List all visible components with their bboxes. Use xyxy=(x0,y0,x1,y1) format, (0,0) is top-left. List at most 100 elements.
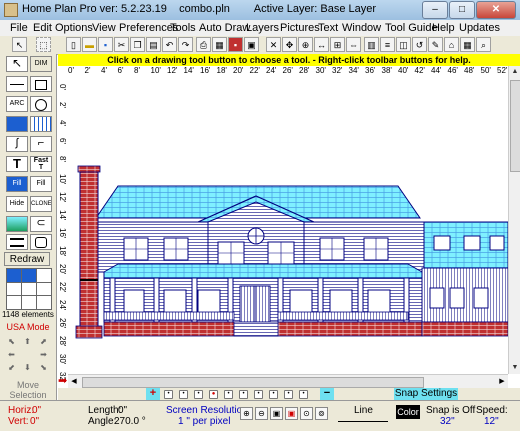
export-icon[interactable]: ▣ xyxy=(244,37,259,52)
undo-icon[interactable]: ↶ xyxy=(162,37,177,52)
select-tool-button[interactable]: ↖ xyxy=(6,56,28,72)
print-preview-icon[interactable]: ▦ xyxy=(212,37,227,52)
clone-tool-button[interactable]: CLONE xyxy=(30,196,52,212)
usa-mode-label[interactable]: USA Mode xyxy=(0,322,56,332)
paste-icon[interactable]: ▤ xyxy=(146,37,161,52)
zoom-in-icon[interactable]: ⊕ xyxy=(240,407,253,420)
red-arrow-icon[interactable]: ➡ xyxy=(58,374,68,388)
grid-cell-selected[interactable] xyxy=(7,269,21,282)
layer-slot[interactable]: • xyxy=(269,390,278,399)
menu-tool-guide[interactable]: Tool Guide xyxy=(385,22,438,34)
grid-cell-selected[interactable] xyxy=(21,269,36,282)
minimize-button[interactable]: – xyxy=(422,1,448,19)
nudge-down-left-icon[interactable]: ⬋ xyxy=(4,362,19,373)
level-icon[interactable]: ≡ xyxy=(380,37,395,52)
zoom-extents-icon[interactable]: ⊚ xyxy=(315,407,328,420)
nudge-up-right-icon[interactable]: ⬈ xyxy=(36,336,51,347)
snap-value[interactable]: 32" xyxy=(440,417,455,427)
maximize-button[interactable]: □ xyxy=(449,1,475,19)
scroll-left-icon[interactable]: ◀ xyxy=(68,375,80,389)
curve-tool-button[interactable]: ∫ xyxy=(6,136,28,152)
layer-slot[interactable]: • xyxy=(179,390,188,399)
layer-slot[interactable]: • xyxy=(164,390,173,399)
layer-slot[interactable]: • xyxy=(224,390,233,399)
add-layer-button[interactable]: + xyxy=(146,388,160,400)
scroll-right-icon[interactable]: ▶ xyxy=(496,375,508,389)
window-icon[interactable]: ▦ xyxy=(460,37,475,52)
zoom-icon[interactable]: ⌕ xyxy=(476,37,491,52)
layer-slot[interactable]: ● xyxy=(209,390,218,399)
stair-tool-button[interactable]: ⌐ xyxy=(30,136,52,152)
text-tool-button[interactable]: T xyxy=(6,156,28,172)
nudge-up-icon[interactable]: ⬆ xyxy=(20,336,35,347)
wall-icon[interactable]: ◫ xyxy=(396,37,411,52)
menu-updates[interactable]: Updates xyxy=(459,22,500,34)
horizontal-scroll-thumb[interactable] xyxy=(82,377,424,388)
hide-tool-button[interactable]: Hide xyxy=(6,196,28,212)
delete-x-icon[interactable]: ✕ xyxy=(266,37,281,52)
layer-slot[interactable]: • xyxy=(254,390,263,399)
menu-tools[interactable]: Tools xyxy=(170,22,196,34)
save-red-icon[interactable]: ▪ xyxy=(228,37,243,52)
nudge-left-icon[interactable]: ⬅ xyxy=(4,349,19,360)
menu-view[interactable]: View xyxy=(92,22,116,34)
line-tool-button[interactable] xyxy=(6,76,28,92)
color-button[interactable]: Color xyxy=(396,405,420,419)
vertical-scroll-thumb[interactable] xyxy=(510,80,520,172)
door-icon[interactable]: ⌂ xyxy=(444,37,459,52)
menu-layers[interactable]: Layers xyxy=(246,22,279,34)
grid-pattern-tool-button[interactable] xyxy=(30,116,52,132)
menu-help[interactable]: Help xyxy=(432,22,455,34)
zoom-out-icon[interactable]: ⊖ xyxy=(255,407,268,420)
box-tool-button[interactable] xyxy=(30,76,52,92)
save-icon[interactable]: ▪ xyxy=(98,37,113,52)
pointer-icon[interactable]: ↖ xyxy=(12,37,27,52)
zoom-fit-icon[interactable]: ⊙ xyxy=(300,407,313,420)
circle-tool-button[interactable] xyxy=(30,96,52,112)
menu-pictures[interactable]: Pictures xyxy=(280,22,320,34)
nudge-right-icon[interactable]: ➡ xyxy=(36,349,51,360)
fill-pattern-tool-button[interactable] xyxy=(6,116,28,132)
lasso-tool-button[interactable]: ⊂ xyxy=(30,216,52,232)
fast-text-tool-button[interactable]: Fast T xyxy=(30,156,52,172)
drawing-canvas[interactable] xyxy=(68,78,508,374)
speed-value[interactable]: 12" xyxy=(484,417,499,427)
print-icon[interactable]: ⎙ xyxy=(196,37,211,52)
menu-auto-draw[interactable]: Auto Draw xyxy=(199,22,250,34)
layer-slot[interactable]: • xyxy=(299,390,308,399)
cut-icon[interactable]: ✂ xyxy=(114,37,129,52)
menu-edit[interactable]: Edit xyxy=(33,22,52,34)
redraw-button[interactable]: Redraw xyxy=(4,252,50,266)
menu-options[interactable]: Options xyxy=(55,22,93,34)
draw-icon[interactable]: ✎ xyxy=(428,37,443,52)
fill-tool-button[interactable]: Fill xyxy=(6,176,28,192)
select-box-icon[interactable]: ⬚ xyxy=(36,37,51,52)
dimension-tool-button[interactable]: DIM xyxy=(30,56,52,72)
open-folder-icon[interactable]: ▬ xyxy=(82,37,97,52)
horizontal-scrollbar[interactable]: ◀ ▶ xyxy=(68,374,508,389)
fill-pattern-area-tool-button[interactable]: Fill xyxy=(30,176,52,192)
rounded-box-tool-button[interactable] xyxy=(30,234,52,250)
scroll-down-icon[interactable]: ▼ xyxy=(509,362,520,374)
layer-slot[interactable]: • xyxy=(194,390,203,399)
scroll-up-icon[interactable]: ▲ xyxy=(509,66,520,78)
arrows-icon[interactable]: ↔ xyxy=(314,37,329,52)
redo-icon[interactable]: ↷ xyxy=(178,37,193,52)
line-style-sample[interactable] xyxy=(338,421,388,422)
move-icon[interactable]: ✥ xyxy=(282,37,297,52)
nudge-up-left-icon[interactable]: ⬉ xyxy=(4,336,19,347)
wall-tool-button[interactable] xyxy=(6,234,28,250)
layer-slot[interactable]: • xyxy=(239,390,248,399)
menu-window[interactable]: Window xyxy=(342,22,381,34)
grid-icon[interactable]: ▥ xyxy=(364,37,379,52)
copy-icon[interactable]: ❐ xyxy=(130,37,145,52)
mirror-icon[interactable]: ⇔ xyxy=(346,37,361,52)
remove-layer-button[interactable]: − xyxy=(320,388,334,400)
nudge-down-icon[interactable]: ⬇ xyxy=(20,362,35,373)
view-grid-selector[interactable] xyxy=(6,268,52,310)
close-button[interactable]: ✕ xyxy=(476,1,516,19)
picture-tool-button[interactable] xyxy=(6,216,28,232)
vertical-scrollbar[interactable]: ▲ ▼ xyxy=(508,66,520,374)
zoom-select-icon[interactable]: ▣ xyxy=(285,407,298,420)
zoom-window-icon[interactable]: ▣ xyxy=(270,407,283,420)
